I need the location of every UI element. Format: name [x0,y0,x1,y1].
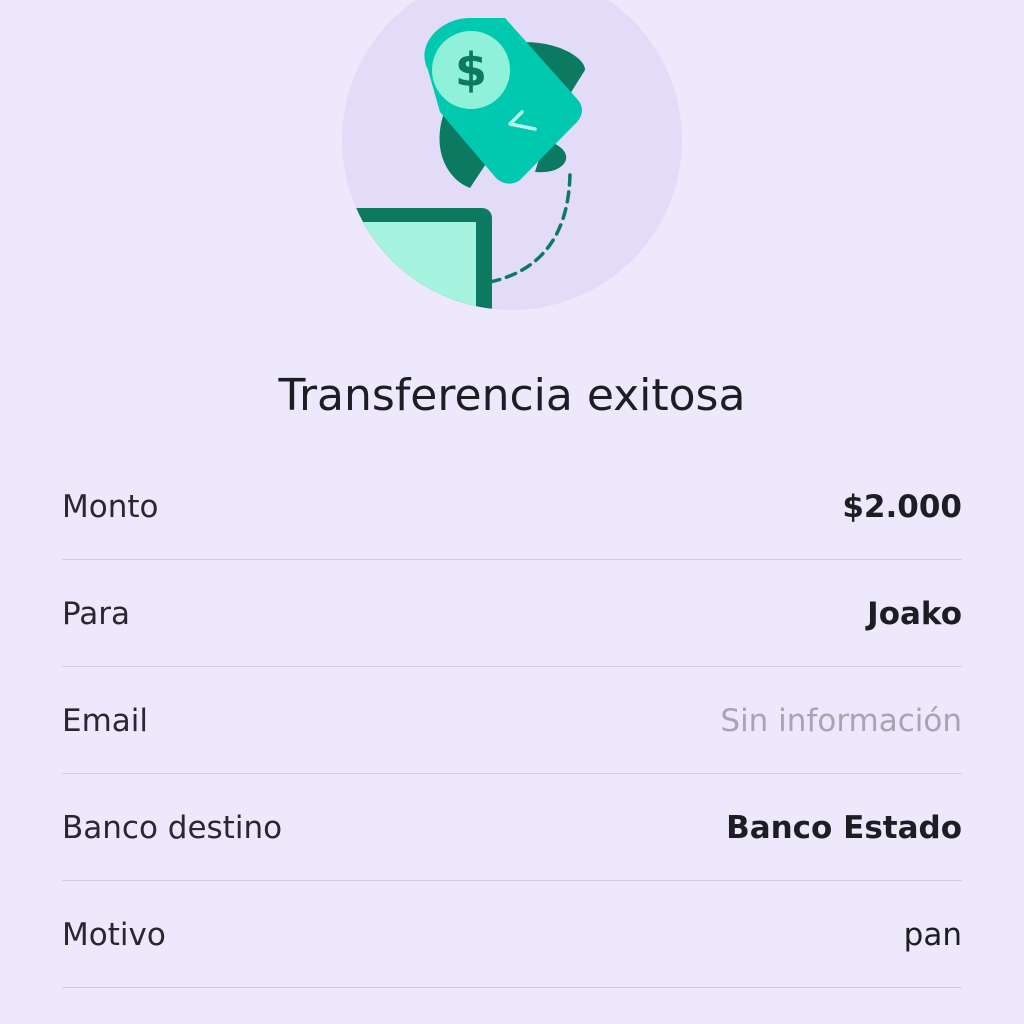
detail-row-motivo: Motivo pan [62,881,962,988]
detail-value-bank: Banco Estado [726,810,962,846]
device-screen-icon [342,208,492,310]
detail-row-monto: Monto $2.000 [62,453,962,560]
transfer-details-list: Monto $2.000 Para Joako Email Sin inform… [62,453,962,988]
detail-label: Para [62,596,131,632]
detail-row-para: Para Joako [62,560,962,667]
detail-label: Monto [62,489,159,525]
transfer-success-screen: $ Transferencia exitosa Monto $2.000 Par… [0,0,1024,1024]
detail-label: Email [62,703,149,739]
detail-value-amount: $2.000 [842,489,962,525]
transfer-success-illustration: $ [342,0,682,310]
detail-row-banco-destino: Banco destino Banco Estado [62,774,962,881]
svg-text:$: $ [455,43,487,97]
detail-value-email: Sin información [720,703,962,739]
detail-row-email: Email Sin información [62,667,962,774]
detail-value-recipient: Joako [867,596,962,632]
detail-value-reason: pan [903,917,962,953]
detail-label: Banco destino [62,810,283,846]
detail-label: Motivo [62,917,166,953]
page-title: Transferencia exitosa [278,370,746,421]
